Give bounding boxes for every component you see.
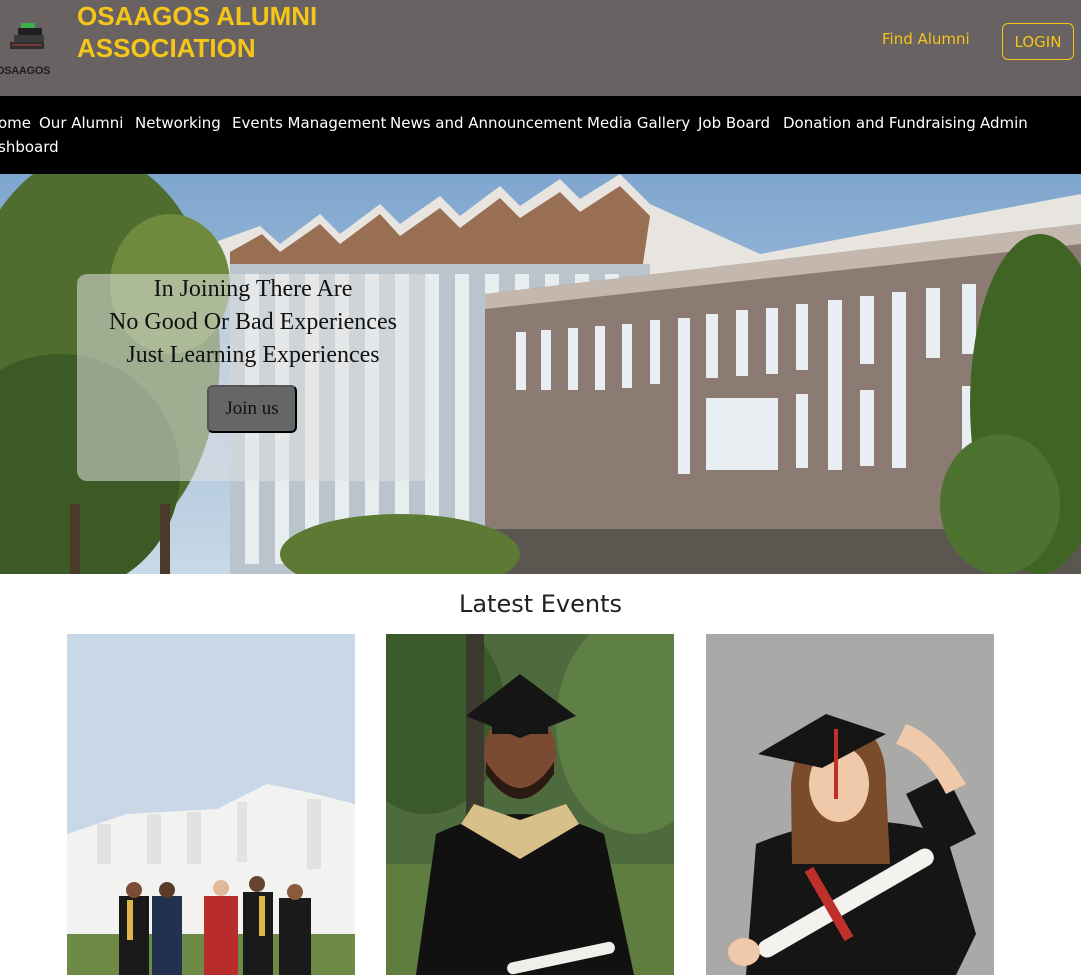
nav-item-admin-dashboard[interactable]: Admin — [980, 114, 1028, 132]
login-button[interactable]: LOGIN — [1002, 23, 1074, 60]
hero-headline-line-3: Just Learning Experiences — [126, 342, 380, 368]
event-card-3[interactable] — [706, 634, 994, 975]
nav-item-job-board[interactable]: Job Board — [698, 114, 770, 132]
site-title-line-1: OSAAGOS ALUMNI — [77, 1, 318, 31]
site-title: OSAAGOS ALUMNI ASSOCIATION — [77, 0, 377, 64]
nav-item-admin-dashboard-wrap[interactable]: shboard — [0, 138, 59, 156]
site-header: OSAAGOS OSAAGOS ALUMNI ASSOCIATION Find … — [0, 0, 1081, 96]
nav-item-events-management[interactable]: Events Management — [232, 114, 386, 132]
nav-item-home[interactable]: ome — [0, 114, 31, 132]
event-image-graduate-with-diploma — [706, 634, 994, 975]
find-alumni-link[interactable]: Find Alumni — [882, 30, 970, 48]
logo-text: OSAAGOS — [0, 65, 51, 77]
event-image-graduate-smiling — [386, 634, 674, 975]
event-image-graduates-group — [67, 634, 355, 975]
nav-item-donation-and-fundraising[interactable]: Donation and Fundraising — [783, 114, 976, 132]
books-logo-icon — [10, 23, 44, 49]
hero-banner: In Joining There Are No Good Or Bad Expe… — [0, 174, 1081, 574]
hero-headline-line-1: In Joining There Are — [153, 276, 353, 302]
nav-item-our-alumni[interactable]: Our Alumni — [39, 114, 123, 132]
latest-events-heading: Latest Events — [458, 590, 623, 618]
event-card-1[interactable] — [67, 634, 355, 975]
hero-headline-line-2: No Good Or Bad Experiences — [109, 309, 397, 335]
nav-item-media-gallery[interactable]: Media Gallery — [587, 114, 690, 132]
logo[interactable]: OSAAGOS — [0, 14, 66, 77]
join-us-button[interactable]: Join us — [207, 385, 297, 433]
main-nav: ome Our Alumni Networking Events Managem… — [0, 96, 1081, 174]
nav-item-networking[interactable]: Networking — [135, 114, 221, 132]
hero-card: In Joining There Are No Good Or Bad Expe… — [77, 274, 429, 481]
event-card-2[interactable] — [386, 634, 674, 975]
nav-item-news-and-announcement[interactable]: News and Announcement — [390, 114, 582, 132]
site-title-line-2: ASSOCIATION — [77, 33, 256, 63]
